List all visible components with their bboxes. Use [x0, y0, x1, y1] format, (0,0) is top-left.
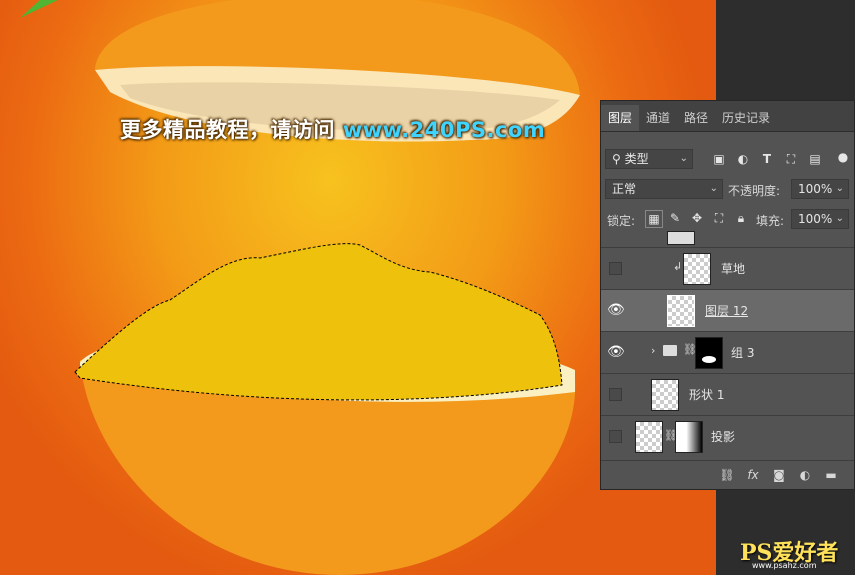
blend-mode-dropdown[interactable]: 正常 ⌄ — [605, 179, 723, 199]
lock-transparent-icon[interactable]: ▦ — [645, 210, 663, 228]
layer-thumbnail — [635, 421, 663, 453]
lock-artboard-icon[interactable]: ⛶ — [711, 210, 727, 226]
watermark-url: www.240PS.com — [342, 118, 546, 142]
opacity-field[interactable]: 100% ⌄ — [791, 179, 849, 199]
opacity-label: 不透明度: — [728, 184, 781, 198]
layer-name: 投影 — [711, 430, 736, 444]
filter-kind-value: 类型 — [624, 152, 649, 166]
tab-history[interactable]: 历史记录 — [715, 105, 777, 131]
layer-name: 图层 12 — [705, 304, 749, 318]
layer-row[interactable]: 👁︎ › ⛓ 组 3 — [601, 331, 854, 373]
fill-field[interactable]: 100% ⌄ — [791, 209, 849, 229]
watermark-text: 更多精品教程，请访问 www.240PS.com — [120, 114, 545, 144]
search-icon: ⚲ — [612, 152, 625, 166]
layer-row[interactable]: 形状 1 — [601, 373, 854, 415]
eye-icon[interactable]: 👁︎ — [607, 344, 625, 360]
layer-mask-thumbnail — [675, 421, 703, 453]
folder-icon — [663, 345, 677, 356]
layers-panel: 图层 通道 路径 历史记录 ⚲ 类型 ⌄ ▣ ◐ T ⛶ ▤ ● 正常 ⌄ 不透… — [600, 100, 855, 490]
mask-icon[interactable]: ◙ — [771, 467, 787, 483]
chevron-down-icon: ⌄ — [835, 183, 844, 194]
lock-all-icon[interactable]: 🔒︎ — [733, 210, 749, 226]
layer-row[interactable]: ⛓ 投影 — [601, 415, 854, 457]
visibility-toggle[interactable] — [607, 386, 623, 402]
partial-layer-row — [667, 231, 695, 245]
shape-filter-icon[interactable]: ⛶ — [783, 151, 799, 167]
type-filter-icon[interactable]: T — [759, 151, 775, 167]
lock-label: 锁定: — [607, 214, 636, 228]
lock-position-icon[interactable]: ✥ — [689, 210, 705, 226]
tab-paths[interactable]: 路径 — [677, 105, 715, 131]
layer-thumbnail — [683, 253, 711, 285]
adjustment-filter-icon[interactable]: ◐ — [735, 151, 751, 167]
opacity-value: 100% — [798, 182, 833, 196]
smart-object-filter-icon[interactable]: ▤ — [807, 151, 823, 167]
tab-layers[interactable]: 图层 — [601, 105, 640, 131]
layer-name: 草地 — [721, 262, 746, 276]
filter-toggle-icon[interactable]: ● — [835, 149, 851, 165]
chevron-right-icon[interactable]: › — [651, 344, 655, 357]
layer-list: ↲ 草地 👁︎ 图层 12 👁︎ › ⛓ 组 3 形状 1 ⛓ 投影 — [601, 231, 854, 459]
layer-row[interactable]: 👁︎ 图层 12 — [601, 289, 854, 331]
adjustment-icon[interactable]: ◐ — [797, 467, 813, 483]
chevron-down-icon: ⌄ — [679, 153, 688, 164]
tab-channels[interactable]: 通道 — [639, 105, 677, 131]
layer-filter-dropdown[interactable]: ⚲ 类型 ⌄ — [605, 149, 693, 169]
selection-fill — [75, 243, 562, 400]
link-icon[interactable]: ⛓ — [719, 467, 735, 483]
layer-mask-thumbnail — [695, 337, 723, 369]
layer-name: 组 3 — [731, 346, 755, 360]
fill-value: 100% — [798, 212, 833, 226]
layer-thumbnail — [667, 295, 695, 327]
visibility-toggle[interactable] — [607, 260, 623, 276]
eye-icon[interactable]: 👁︎ — [607, 302, 625, 318]
lock-paint-icon[interactable]: ✎ — [667, 210, 683, 226]
folder-icon[interactable]: ▬ — [823, 467, 839, 483]
chevron-down-icon: ⌄ — [709, 183, 718, 194]
visibility-toggle[interactable] — [607, 428, 623, 444]
layer-row[interactable]: ↲ 草地 — [601, 247, 854, 289]
fx-icon[interactable]: fx — [745, 467, 761, 483]
chevron-down-icon: ⌄ — [835, 213, 844, 224]
fill-label: 填充: — [756, 214, 785, 228]
watermark-prefix: 更多精品教程，请访问 — [120, 118, 335, 142]
leaf-shape — [20, 0, 58, 18]
blend-mode-value: 正常 — [612, 182, 637, 196]
clip-arrow-icon: ↲ — [673, 260, 683, 273]
panel-bottom-bar: ⛓ fx ◙ ◐ ▬ — [601, 460, 854, 489]
layer-thumbnail — [651, 379, 679, 411]
panel-tabs: 图层 通道 路径 历史记录 — [601, 101, 854, 132]
layer-name: 形状 1 — [689, 388, 725, 402]
site-logo-url: www.psahz.com — [752, 561, 817, 570]
image-filter-icon[interactable]: ▣ — [711, 151, 727, 167]
